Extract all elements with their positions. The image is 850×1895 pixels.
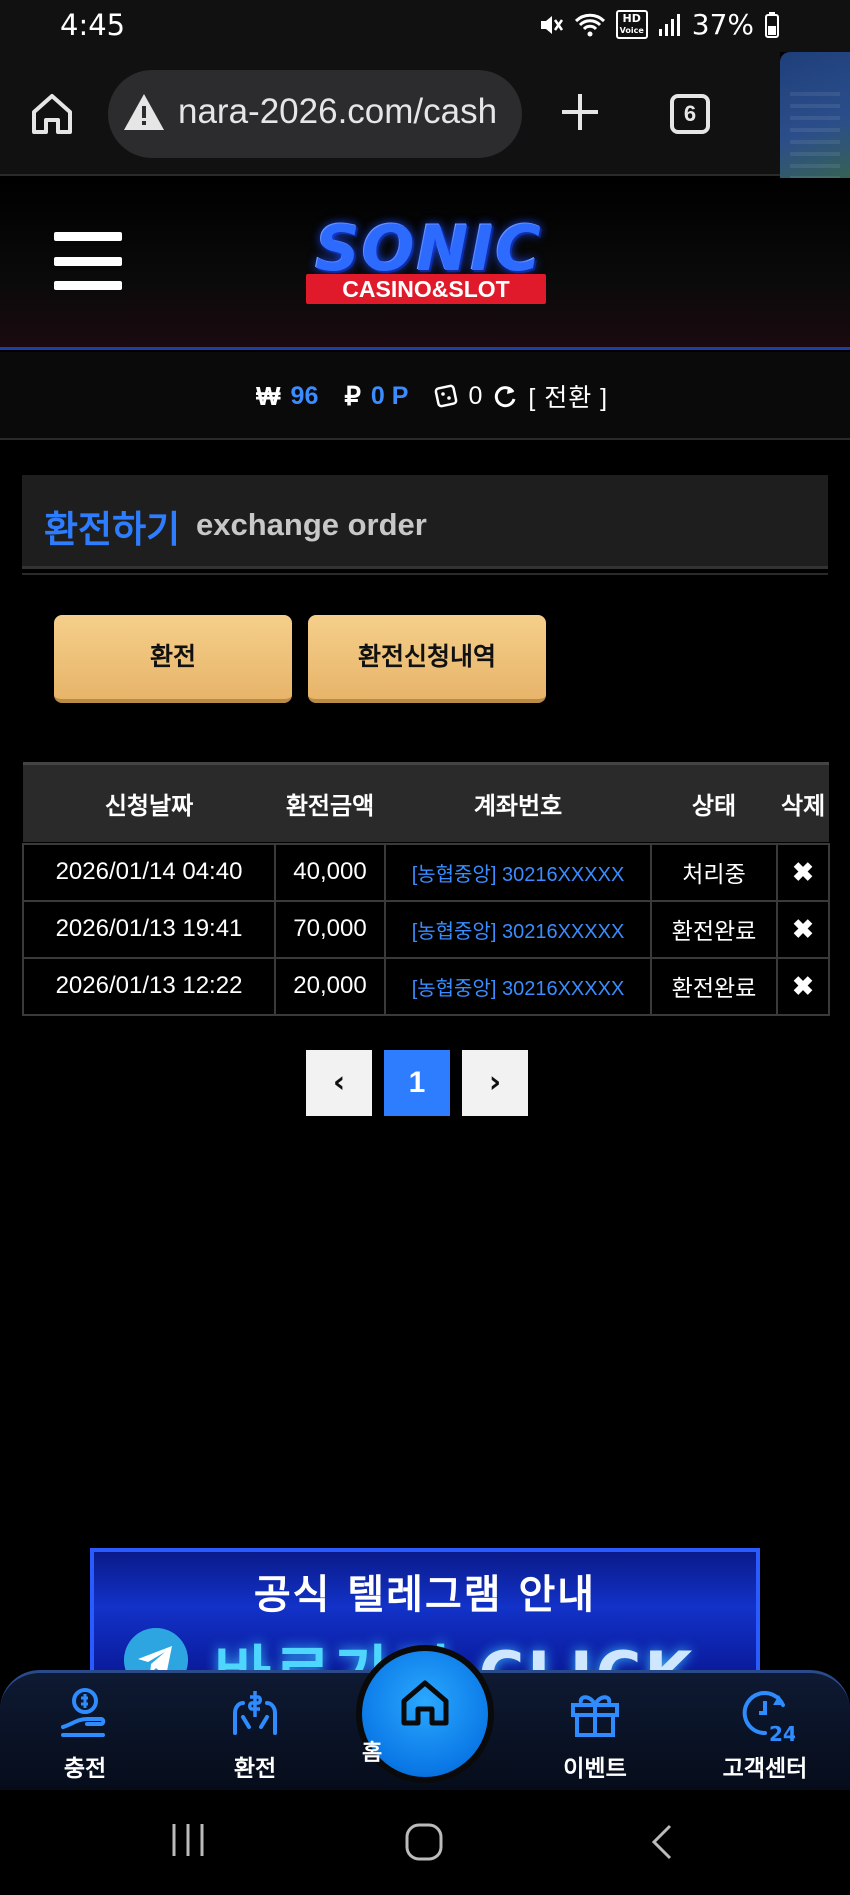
row-status: 환전완료 [650,956,778,1016]
status-icons: HD Voice 37% [538,8,780,41]
pagination: ‹ 1 › [306,1050,528,1116]
balance-bar: ₩ 96 ₽ 0 P 0 [ 전환 ] [0,352,850,440]
nav-exchange-label: 환전 [233,1756,277,1782]
section-header: 환전하기 exchange order [22,475,828,569]
row-date: 2026/01/14 04:40 [22,842,276,902]
next-page-button[interactable]: › [462,1050,528,1116]
row-amount: 70,000 [274,899,386,959]
row-account: [농협중앙] 30216XXXXX [384,842,652,902]
gift-icon [571,1695,619,1737]
header-account: 계좌번호 [385,762,651,842]
header-amount: 환전금액 [275,762,385,842]
nav-charge-label: 충전 [63,1756,107,1782]
row-amount: 20,000 [274,956,386,1016]
charge-icon [61,1688,106,1737]
tab-switcher-button[interactable]: 6 [670,94,710,134]
table-row: 2026/01/14 04:40 40,000 [농협중앙] 30216XXXX… [22,842,830,902]
nav-support-label: 고객센터 [722,1756,808,1782]
prev-page-button[interactable]: ‹ [306,1050,372,1116]
new-tab-icon[interactable] [556,88,604,136]
delete-icon[interactable]: ✖ [776,842,830,902]
row-account: [농협중앙] 30216XXXXX [384,899,652,959]
refresh-icon[interactable] [492,383,518,409]
nav-charge[interactable]: 충전 [25,1683,145,1783]
battery-percent: 37% [691,8,754,41]
nav-event-label: 이벤트 [563,1756,627,1782]
cash-balance: 96 [290,381,319,410]
table-header-row: 신청날짜 환전금액 계좌번호 상태 삭제 [23,762,829,842]
row-status: 처리중 [650,842,778,902]
address-bar[interactable]: nara-2026.com/cash [108,70,522,158]
mute-icon [540,15,563,34]
svg-text:24: 24 [769,1722,795,1743]
page-title: 환전하기 [44,508,181,551]
menu-icon[interactable] [54,232,122,290]
warning-icon[interactable] [122,92,166,132]
page-number-button[interactable]: 1 [384,1050,450,1116]
table-row: 2026/01/13 12:22 20,000 [농협중앙] 30216XXXX… [22,956,830,1016]
android-nav-bar [0,1790,850,1895]
row-status: 환전완료 [650,899,778,959]
support-24-icon: 24 [742,1691,795,1743]
home-button-icon[interactable] [404,1822,444,1862]
site-logo[interactable]: SONIC CASINO&SLOT [284,212,574,312]
signal-icon [658,13,680,36]
back-icon[interactable] [648,1822,676,1862]
row-account: [농협중앙] 30216XXXXX [384,956,652,1016]
wifi-icon [574,13,605,36]
dice-icon [435,384,458,408]
header-delete: 삭제 [777,762,829,842]
home-icon [401,1680,449,1726]
point-icon: ₽ [344,380,361,411]
nav-exchange[interactable]: 환전 [195,1683,315,1783]
page-subtitle: exchange order [196,507,427,542]
chip-count: 0 [468,381,483,410]
row-amount: 40,000 [274,842,386,902]
banner-heading: 공식 텔레그램 안내 [253,1572,597,1618]
header-date: 신청날짜 [23,762,275,842]
row-date: 2026/01/13 12:22 [22,956,276,1016]
convert-link[interactable]: [ 전환 ] [528,378,608,414]
browser-toolbar: nara-2026.com/cash 6 [0,52,780,176]
status-time: 4:45 [60,8,126,42]
bottom-nav: 충전 환전 홈 이벤트 24 고객센터 [0,1645,850,1790]
hd-voice-icon: HD Voice [615,10,648,39]
delete-icon[interactable]: ✖ [776,899,830,959]
logo-subtitle: CASINO&SLOT [306,274,546,304]
recent-apps-icon[interactable] [168,1822,208,1858]
exchange-history-button[interactable]: 환전신청내역 [308,615,546,703]
row-date: 2026/01/13 19:41 [22,899,276,959]
header-status: 상태 [651,762,777,842]
point-balance: 0 P [370,381,409,410]
exchange-table: 신청날짜 환전금액 계좌번호 상태 삭제 2026/01/14 04:40 40… [22,762,830,1016]
delete-icon[interactable]: ✖ [776,956,830,1016]
nav-home-label: 홈 [362,1741,383,1766]
battery-icon [765,11,779,38]
url-text[interactable]: nara-2026.com/cash [178,92,497,132]
exchange-button[interactable]: 환전 [54,615,292,703]
won-icon: ₩ [256,380,281,411]
nav-home[interactable]: 홈 [356,1645,494,1783]
exchange-icon [233,1691,277,1735]
table-row: 2026/01/13 19:41 70,000 [농협중앙] 30216XXXX… [22,899,830,959]
nav-event[interactable]: 이벤트 [535,1683,655,1783]
browser-home-icon[interactable] [28,90,76,138]
status-bar: 4:45 HD Voice 37% [0,0,850,52]
nav-support[interactable]: 24 고객센터 [705,1683,825,1783]
site-header: SONIC CASINO&SLOT [0,178,850,350]
divider [22,573,828,575]
